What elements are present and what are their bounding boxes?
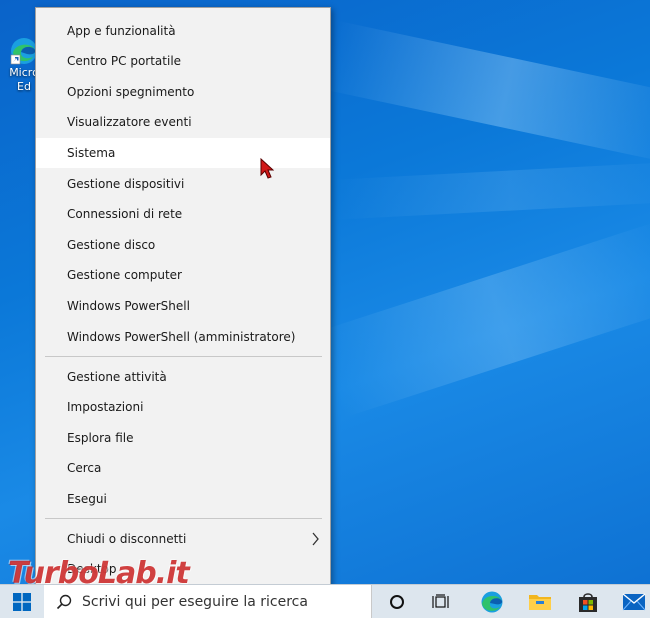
menu-item-gestione-disco[interactable]: Gestione disco xyxy=(36,230,330,260)
menu-item-connessioni-di-rete[interactable]: Connessioni di rete xyxy=(36,199,330,229)
menu-item-label: Chiudi o disconnetti xyxy=(67,532,187,546)
menu-item-windows-powershell[interactable]: Windows PowerShell xyxy=(36,291,330,321)
taskbar-search-box[interactable]: Scrivi qui per eseguire la ricerca xyxy=(44,585,372,618)
menu-item-gestione-attivita[interactable]: Gestione attività xyxy=(36,362,330,392)
menu-item-esplora-file[interactable]: Esplora file xyxy=(36,423,330,453)
taskbar: Scrivi qui per eseguire la ricerca xyxy=(0,584,650,618)
menu-item-chiudi-o-disconnetti[interactable]: Chiudi o disconnetti xyxy=(36,524,330,554)
store-bag-icon xyxy=(579,593,597,612)
menu-item-cerca[interactable]: Cerca xyxy=(36,453,330,483)
menu-item-desktop[interactable]: Desktop xyxy=(36,554,330,584)
menu-item-centro-pc-portatile[interactable]: Centro PC portatile xyxy=(36,46,330,76)
chevron-right-icon xyxy=(312,532,319,546)
menu-separator xyxy=(45,518,322,519)
mouse-pointer-icon xyxy=(260,158,274,179)
wallpaper-light-ray xyxy=(328,161,650,220)
taskbar-mail-button[interactable] xyxy=(614,585,650,618)
menu-item-opzioni-spegnimento[interactable]: Opzioni spegnimento xyxy=(36,77,330,107)
start-button[interactable] xyxy=(0,585,44,618)
menu-item-gestione-dispositivi[interactable]: Gestione dispositivi xyxy=(36,169,330,199)
task-view-icon xyxy=(432,594,449,608)
taskbar-edge-button[interactable] xyxy=(472,585,512,618)
cortana-button[interactable] xyxy=(378,585,416,618)
wallpaper-light-ray xyxy=(316,220,650,418)
winx-context-menu: App e funzionalità Centro PC portatile O… xyxy=(35,7,331,589)
menu-item-windows-powershell-admin[interactable]: Windows PowerShell (amministratore) xyxy=(36,322,330,352)
search-placeholder: Scrivi qui per eseguire la ricerca xyxy=(82,594,308,610)
edge-icon xyxy=(481,591,503,613)
windows-logo-icon xyxy=(13,593,31,611)
mail-icon xyxy=(622,593,646,611)
menu-item-visualizzatore-eventi[interactable]: Visualizzatore eventi xyxy=(36,107,330,137)
desktop: Micro Ed App e funzionalità Centro PC po… xyxy=(0,0,650,618)
taskbar-store-button[interactable] xyxy=(568,585,608,618)
folder-icon xyxy=(529,595,551,610)
search-icon xyxy=(56,594,72,610)
menu-item-gestione-computer[interactable]: Gestione computer xyxy=(36,260,330,290)
cortana-circle-icon xyxy=(390,595,404,609)
menu-item-esegui[interactable]: Esegui xyxy=(36,484,330,514)
menu-item-app-e-funzionalita[interactable]: App e funzionalità xyxy=(36,16,330,46)
menu-item-impostazioni[interactable]: Impostazioni xyxy=(36,392,330,422)
menu-separator xyxy=(45,356,322,357)
wallpaper-light-ray xyxy=(322,20,650,165)
taskbar-file-explorer-button[interactable] xyxy=(520,585,560,618)
menu-item-sistema[interactable]: Sistema xyxy=(36,138,330,168)
task-view-button[interactable] xyxy=(422,585,460,618)
